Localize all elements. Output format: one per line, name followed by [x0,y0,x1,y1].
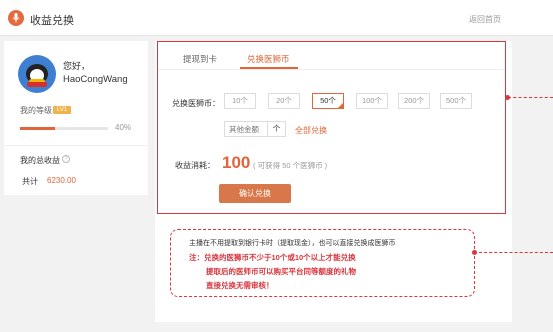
confirm-exchange-button[interactable]: 确认兑换 [219,184,291,203]
sum-value: 6230.00 [47,176,76,185]
cost-label: 收益消耗： [175,161,215,170]
callout-line [474,252,553,253]
option-20[interactable]: 20个 [268,93,300,109]
username: HaoCongWang [63,74,128,85]
level-badge: LV1 [53,106,71,114]
sum-label: 共计 [22,177,38,186]
highlight-box [157,41,506,214]
unit-label: 个 [268,121,286,137]
annotation-line-3: 提取后的医师币可以购买平台同等额度的礼物 [206,267,356,276]
level-progress-fill [20,127,56,130]
help-icon[interactable]: ? [62,155,70,163]
greeting: 您好， [63,61,91,71]
level-progress-bar [20,127,108,130]
exchange-all-link[interactable]: 全部兑换 [295,125,327,136]
option-200[interactable]: 200个 [398,93,430,109]
level-percent: 40% [115,123,132,132]
annotation-line-1: 主播在不用提取到银行卡时（提取现金），也可以直接兑换成医狮币 [189,240,396,247]
cost-value: 100 [222,153,251,172]
callout-line [508,97,553,98]
annotation-line-4: 直接兑换无需审核！ [206,281,274,290]
callout-dot [472,250,477,255]
annotation-line-2: 注：兑换的医狮币不少于10个或10个以上才能兑换 [189,253,356,262]
other-amount-input[interactable] [224,121,268,137]
microphone-icon [8,10,24,26]
level-label: 我的等级 [20,106,52,115]
tab-divider [158,69,505,70]
tab-withdraw-to-card[interactable]: 提现到卡 [183,53,217,65]
income-label: 我的总收益 [20,156,60,165]
option-500[interactable]: 500个 [440,93,472,109]
cost-note: ( 可获得 50 个医狮币 ) [253,161,328,170]
avatar [18,55,56,93]
back-home-link[interactable]: 返回首页 [469,14,501,25]
tab-exchange-coins[interactable]: 兑换医狮币 [247,53,290,65]
page-title: 收益兑换 [30,15,74,27]
profile-panel: 您好， HaoCongWang 我的等级 LV1 40% 我的总收益 ? 共计 … [4,41,148,195]
exchange-label: 兑换医狮币： [172,99,220,108]
option-100[interactable]: 100个 [356,93,388,109]
divider [4,145,148,146]
callout-dot [505,95,510,100]
option-10[interactable]: 10个 [224,93,256,109]
option-50-selected[interactable]: 50个 [312,93,344,109]
